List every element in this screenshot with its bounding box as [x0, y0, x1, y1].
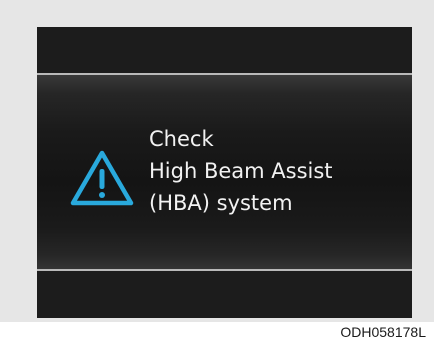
- warning-message: Check High Beam Assist (HBA) system: [149, 123, 333, 219]
- figure-code: ODH058178L: [340, 324, 426, 340]
- figure-frame: Check High Beam Assist (HBA) system ODH0…: [0, 0, 434, 343]
- band-divider-bottom: [37, 269, 412, 271]
- message-line-3: (HBA) system: [149, 191, 293, 215]
- message-line-1: Check: [149, 127, 214, 151]
- band-divider-top: [37, 73, 412, 75]
- message-line-2: High Beam Assist: [149, 159, 333, 183]
- warning-triangle-icon: [70, 150, 134, 206]
- cluster-display: Check High Beam Assist (HBA) system: [37, 27, 412, 318]
